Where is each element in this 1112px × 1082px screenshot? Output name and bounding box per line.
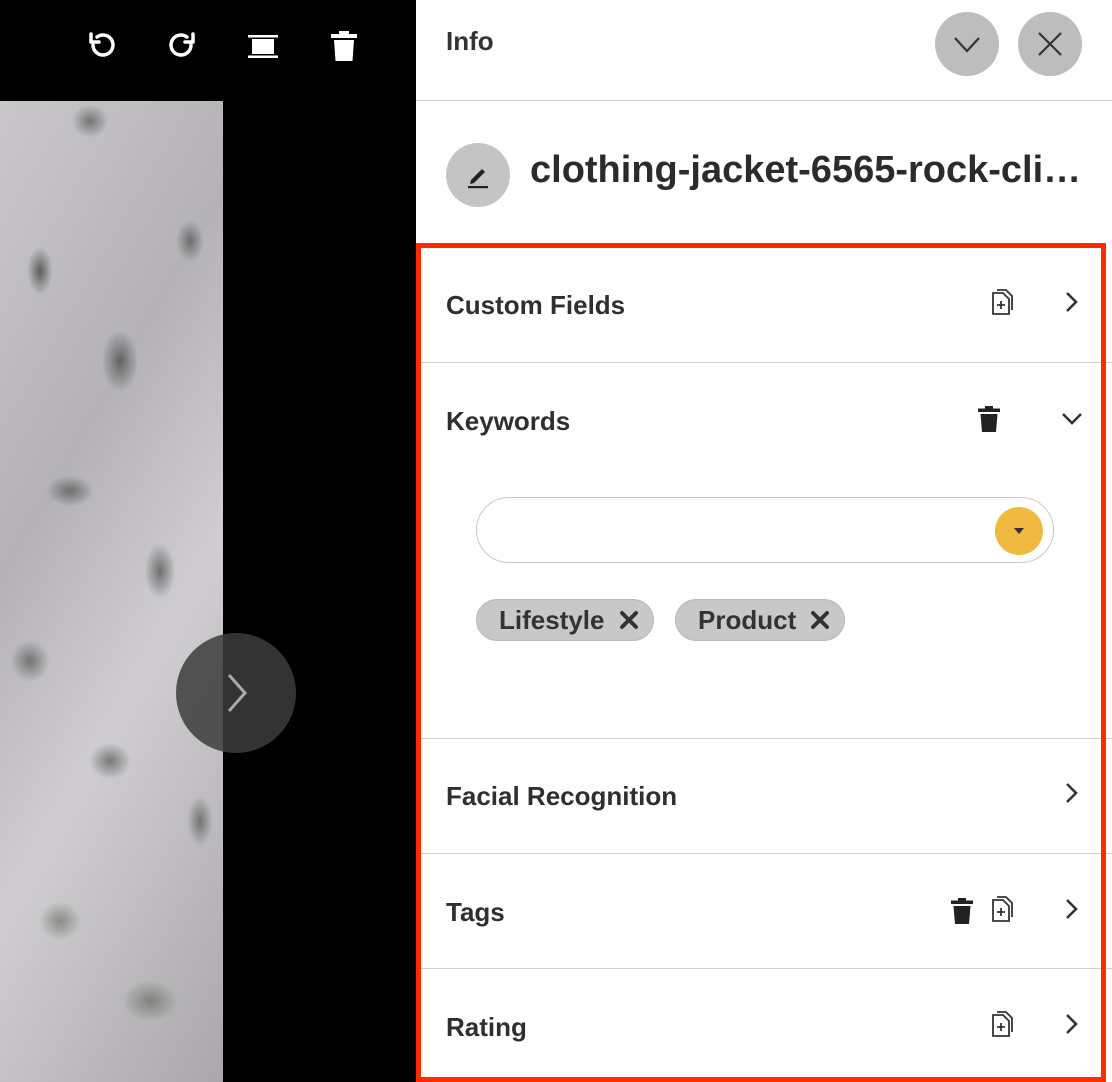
- image-viewer: [0, 0, 416, 1082]
- delete-image-button[interactable]: [322, 24, 366, 68]
- section-label: Facial Recognition: [446, 781, 678, 811]
- keyword-input[interactable]: [501, 510, 985, 552]
- trash-icon: [951, 898, 973, 924]
- add-document-button[interactable]: [987, 894, 1017, 926]
- add-document-icon: [992, 896, 1013, 922]
- add-document-icon: [992, 1011, 1013, 1037]
- section-rating[interactable]: Rating: [416, 969, 1112, 1082]
- viewer-toolbar: [0, 0, 416, 100]
- add-document-icon: [992, 289, 1013, 315]
- collapse-section-button[interactable]: [1060, 406, 1084, 430]
- delete-tags-button[interactable]: [947, 895, 977, 927]
- keyword-combobox[interactable]: [476, 497, 1054, 563]
- next-image-button[interactable]: [176, 633, 296, 753]
- rotate-right-icon: [169, 32, 195, 57]
- chevron-down-icon: [1062, 413, 1082, 425]
- file-name-row: clothing-jacket-6565-rock-climbing.jpg: [416, 101, 1112, 243]
- keyword-dropdown-button[interactable]: [995, 507, 1043, 555]
- trash-icon: [331, 31, 357, 61]
- collapse-button[interactable]: [935, 12, 999, 76]
- caret-down-icon: [1014, 528, 1024, 534]
- keyword-chip: Product: [675, 599, 846, 641]
- chip-label: Product: [698, 604, 797, 635]
- chip-label: Lifestyle: [499, 604, 605, 635]
- rotate-left-button[interactable]: [80, 24, 124, 68]
- add-document-button[interactable]: [987, 287, 1017, 319]
- remove-chip-button[interactable]: [619, 610, 639, 630]
- close-icon: [1038, 32, 1062, 56]
- section-label: Custom Fields: [446, 290, 626, 320]
- section-tags[interactable]: Tags: [416, 854, 1112, 969]
- expand-button[interactable]: [1060, 897, 1084, 921]
- chevron-right-icon: [227, 674, 248, 712]
- delete-keywords-button[interactable]: [974, 403, 1004, 435]
- close-icon: [619, 611, 638, 629]
- close-icon: [811, 611, 830, 629]
- panel-header: Info: [416, 0, 1112, 101]
- edit-name-button[interactable]: [446, 143, 510, 207]
- image-preview: [0, 101, 223, 1082]
- section-custom-fields[interactable]: Custom Fields: [416, 248, 1112, 363]
- section-label: Keywords: [446, 406, 571, 436]
- chevron-right-icon: [1066, 1014, 1078, 1034]
- pencil-icon: [468, 169, 488, 189]
- section-facial-recognition[interactable]: Facial Recognition: [416, 739, 1112, 854]
- fit-screen-button[interactable]: [241, 24, 285, 68]
- expand-button[interactable]: [1060, 290, 1084, 314]
- close-button[interactable]: [1018, 12, 1082, 76]
- chevron-right-icon: [1066, 292, 1078, 312]
- panel-title: Info: [446, 26, 494, 56]
- expand-button[interactable]: [1060, 781, 1084, 805]
- chevron-down-icon: [954, 37, 980, 53]
- rotate-left-icon: [89, 32, 115, 57]
- section-label: Tags: [446, 897, 505, 927]
- file-name: clothing-jacket-6565-rock-climbing.jpg: [530, 149, 1090, 191]
- add-document-button[interactable]: [987, 1009, 1017, 1041]
- keyword-chip: Lifestyle: [476, 599, 654, 641]
- remove-chip-button[interactable]: [810, 610, 830, 630]
- chevron-right-icon: [1066, 899, 1078, 919]
- info-panel: Info clothing-jacket-6565-rock-climbing.…: [416, 0, 1112, 1082]
- chevron-right-icon: [1066, 783, 1078, 803]
- section-label: Rating: [446, 1012, 527, 1042]
- section-keywords: Keywords Lifestyle Product: [416, 363, 1112, 739]
- expand-button[interactable]: [1060, 1012, 1084, 1036]
- rotate-right-button[interactable]: [160, 24, 204, 68]
- fit-screen-icon: [248, 35, 278, 58]
- trash-icon: [978, 406, 1000, 432]
